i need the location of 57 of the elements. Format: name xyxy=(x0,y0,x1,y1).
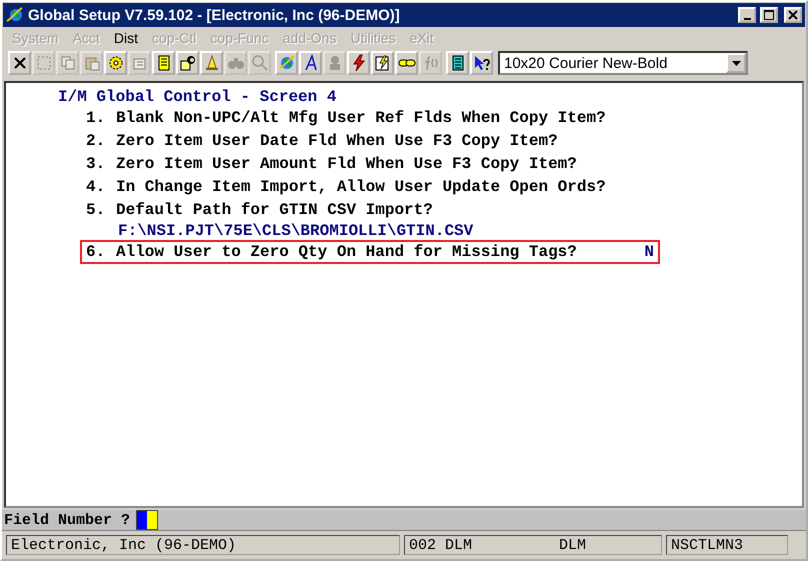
toolbar-button[interactable] xyxy=(470,51,493,75)
maximize-icon xyxy=(764,10,774,20)
field-number: 6. xyxy=(86,242,106,262)
selection-icon xyxy=(34,54,52,72)
toolbar-button[interactable] xyxy=(299,51,322,75)
prompt-label: Field Number ? xyxy=(4,512,130,528)
toolbar-button[interactable] xyxy=(104,51,127,75)
field-value: N xyxy=(644,242,655,262)
toolbar-button[interactable] xyxy=(395,51,418,75)
lightning-document-icon xyxy=(374,54,392,72)
close-icon xyxy=(788,10,798,20)
field-number: 2. xyxy=(86,131,106,151)
field-row[interactable]: 3. Zero Item User Amount Fld When Use F3 Copy Item? xyxy=(84,152,664,176)
toolbar-button[interactable] xyxy=(446,51,469,75)
font-dropdown[interactable]: 10x20 Courier New-Bold xyxy=(498,51,748,75)
field-row[interactable]: 4. In Change Item Import, Allow User Update Open Ords? xyxy=(84,175,664,199)
field-question: Allow User to Zero Qty On Hand for Missing Tags? xyxy=(116,242,578,262)
search-icon xyxy=(250,54,268,72)
toolbar-button[interactable] xyxy=(152,51,175,75)
field-value: F:\NSI.PJT\75E\CLS\BROMIOLLI\GTIN.CSV xyxy=(118,221,474,241)
status-text: Electronic, Inc (96-DEMO) xyxy=(11,536,236,554)
field-number: 4. xyxy=(86,177,106,197)
field-number: 3. xyxy=(86,154,106,174)
field-number: 1. xyxy=(86,108,106,128)
field-row[interactable]: 2. Zero Item User Date Fld When Use F3 Copy Item? xyxy=(84,129,664,153)
field-row[interactable]: 5. Default Path for GTIN CSV Import? xyxy=(84,198,664,222)
toolbar-button[interactable] xyxy=(176,51,199,75)
window-title: Global Setup V7.59.102 - [Electronic, Inc (96-DEMO)] xyxy=(28,6,401,24)
maximize-button[interactable] xyxy=(760,7,778,23)
status-text: NSCTLMN3 xyxy=(671,536,744,554)
status-text: DLM xyxy=(559,536,586,554)
toolbar-button[interactable] xyxy=(347,51,370,75)
help-cursor-icon xyxy=(472,54,490,72)
person-document-icon xyxy=(178,54,196,72)
toolbar-button[interactable] xyxy=(371,51,394,75)
gear-icon xyxy=(106,54,124,72)
caret-icon xyxy=(732,60,740,66)
copy-icon xyxy=(58,54,76,72)
minimize-icon xyxy=(744,18,750,20)
close-button[interactable] xyxy=(784,7,802,23)
field-question: Zero Item User Date Fld When Use F3 Copy Item? xyxy=(116,131,559,151)
field-row[interactable]: 6. Allow User to Zero Qty On Hand for Missing Tags? N xyxy=(80,240,660,264)
toolbar-button[interactable] xyxy=(8,51,31,75)
status-text: 002 DLM xyxy=(409,536,474,554)
input-cursor[interactable] xyxy=(136,510,158,530)
field-question: In Change Item Import, Allow User Update Open Ords? xyxy=(116,177,607,197)
menu-item[interactable]: Dist xyxy=(108,30,146,46)
field-question: Blank Non-UPC/Alt Mfg User Ref Flds When Copy Item? xyxy=(116,108,607,128)
dropdown-button[interactable] xyxy=(726,53,746,73)
field-question: Default Path for GTIN CSV Import? xyxy=(116,200,434,220)
globe-icon xyxy=(6,6,24,24)
screen-title: I/M Global Control - Screen 4 xyxy=(58,87,338,107)
minimize-button[interactable] xyxy=(738,7,756,23)
field-row[interactable]: 1. Blank Non-UPC/Alt Mfg User Ref Flds When Copy Item? xyxy=(84,106,664,130)
field-question: Zero Item User Amount Fld When Use F3 Copy Item? xyxy=(116,154,578,174)
field-number: 5. xyxy=(86,200,106,220)
globe-icon xyxy=(278,54,296,72)
